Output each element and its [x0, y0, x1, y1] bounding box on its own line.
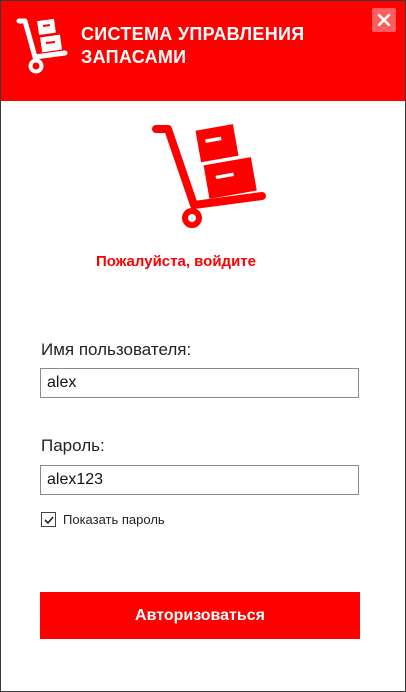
close-icon [377, 13, 391, 27]
username-label: Имя пользователя: [41, 340, 192, 359]
password-label: Пароль: [41, 436, 105, 455]
login-button[interactable]: Авторизоваться [40, 592, 360, 639]
close-button[interactable] [372, 8, 396, 32]
app-title: СИСТЕМА УПРАВЛЕНИЯ ЗАПАСАМИ [81, 24, 305, 67]
check-icon [43, 515, 54, 524]
username-field[interactable] [40, 368, 359, 398]
show-password-toggle[interactable]: Показать пароль [41, 512, 165, 527]
password-field[interactable] [40, 465, 359, 495]
show-password-checkbox[interactable] [41, 512, 56, 527]
hand-truck-boxes-icon [16, 18, 68, 74]
show-password-label: Показать пароль [63, 512, 165, 527]
login-window: СИСТЕМА УПРАВЛЕНИЯ ЗАПАСАМИ Пожалуйста, … [0, 0, 406, 692]
hand-truck-boxes-icon [152, 124, 266, 228]
header-bar: СИСТЕМА УПРАВЛЕНИЯ ЗАПАСАМИ [1, 1, 405, 101]
login-prompt: Пожалуйста, войдите [95, 253, 256, 270]
